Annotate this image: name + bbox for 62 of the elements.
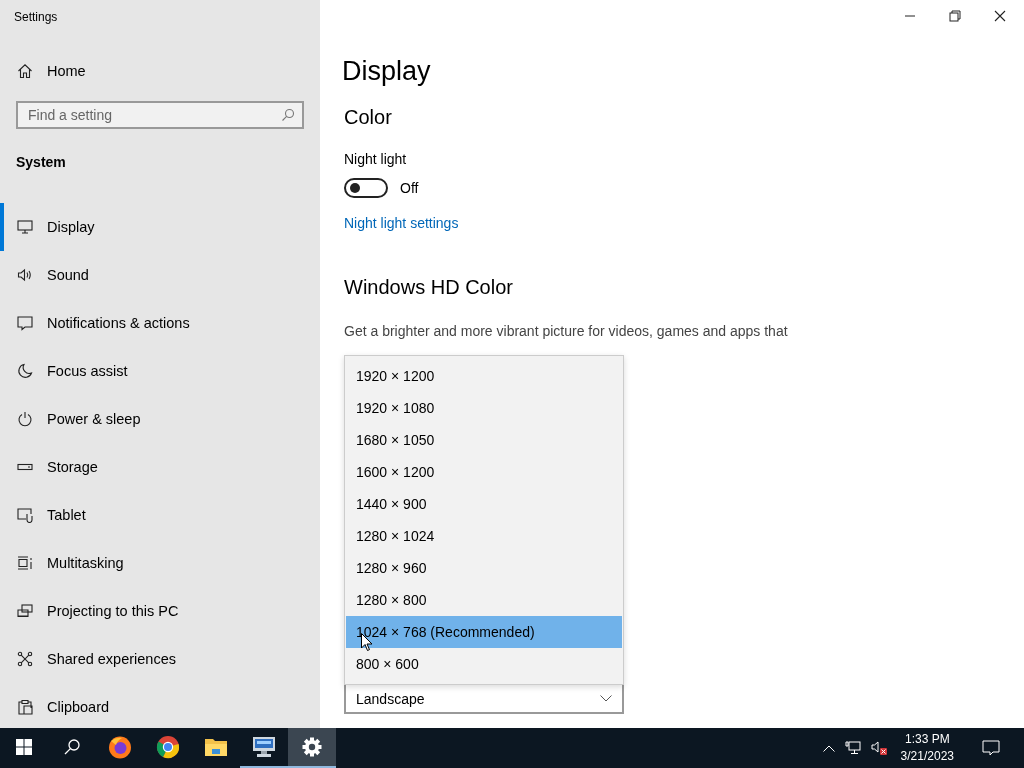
taskbar-app[interactable]	[288, 728, 336, 768]
moon-icon	[17, 363, 33, 379]
share-icon	[17, 651, 33, 667]
nav-item[interactable]: Projecting to this PC	[0, 587, 320, 635]
restore-icon[interactable]	[949, 10, 961, 22]
network-icon[interactable]	[844, 741, 861, 755]
nav-item[interactable]: Clipboard	[0, 683, 320, 731]
search-icon	[64, 739, 80, 755]
nav-item[interactable]: Storage	[0, 443, 320, 491]
toggle-state: Off	[400, 180, 419, 196]
hd-description: Get a brighter and more vibrant picture for videos, games and apps that	[344, 323, 789, 339]
chevron-down-icon	[600, 695, 612, 702]
nav-item[interactable]: Multitasking	[0, 539, 320, 587]
browser-ring-icon	[156, 735, 180, 759]
nav-item[interactable]: Tablet	[0, 491, 320, 539]
windows-logo-icon	[16, 739, 32, 755]
menu-option[interactable]: 1280 × 1024	[346, 520, 622, 552]
search-icon	[281, 108, 295, 122]
menu-option[interactable]: 1680 × 1050	[346, 424, 622, 456]
muted-speaker-icon[interactable]	[870, 740, 889, 756]
monitor-icon	[17, 219, 33, 235]
page-title: Display	[342, 56, 432, 87]
notifications-icon[interactable]	[982, 740, 1000, 756]
clock-date: 3/21/2023	[900, 748, 954, 765]
speaker-icon	[17, 267, 33, 283]
projector-icon	[17, 603, 33, 619]
menu-option[interactable]: 1280 × 960	[346, 552, 622, 584]
home-link[interactable]: Home	[17, 63, 86, 79]
home-icon	[17, 63, 33, 79]
window-title: Settings	[14, 10, 59, 24]
tablet-icon	[17, 507, 33, 523]
chevron-up-icon[interactable]	[822, 744, 835, 752]
menu-option[interactable]: 1920 × 1200	[346, 360, 622, 392]
night-light-settings-link[interactable]: Night light settings	[344, 215, 459, 231]
clipboard-icon	[17, 699, 33, 715]
menu-option[interactable]: 1440 × 900	[346, 488, 622, 520]
menu-option[interactable]: 1280 × 800	[346, 584, 622, 616]
browser-globe-icon	[108, 735, 132, 759]
menu-option[interactable]: 1600 × 1200	[346, 456, 622, 488]
multitasking-icon	[17, 555, 33, 571]
computer-icon	[252, 735, 276, 759]
search-field[interactable]: Find a setting	[16, 101, 304, 129]
menu-option[interactable]: 800 × 600	[346, 648, 622, 680]
clock-time: 1:33 PM	[904, 731, 950, 748]
nav-item[interactable]: Shared experiences	[0, 635, 320, 683]
menu-option[interactable]: 1024 × 768 (Recommended)	[346, 616, 622, 648]
nav-item[interactable]: Sound	[0, 251, 320, 299]
night-light-label: Night light	[344, 151, 408, 167]
close-icon[interactable]	[994, 10, 1006, 22]
nav-item[interactable]: Power & sleep	[0, 395, 320, 443]
menu-option[interactable]: 1920 × 1080	[346, 392, 622, 424]
night-light-toggle[interactable]	[344, 178, 388, 198]
nav-item[interactable]: Notifications & actions	[0, 299, 320, 347]
section-heading: System	[16, 154, 67, 170]
power-icon	[17, 411, 33, 427]
nav-item[interactable]: Focus assist	[0, 347, 320, 395]
message-icon	[17, 315, 33, 331]
section-heading: Color	[344, 106, 393, 129]
section-heading: Windows HD Color	[344, 276, 514, 299]
clock[interactable]: 1:33 PM 3/21/2023	[900, 731, 954, 765]
folder-icon	[204, 736, 228, 758]
settings-icon	[302, 737, 322, 757]
